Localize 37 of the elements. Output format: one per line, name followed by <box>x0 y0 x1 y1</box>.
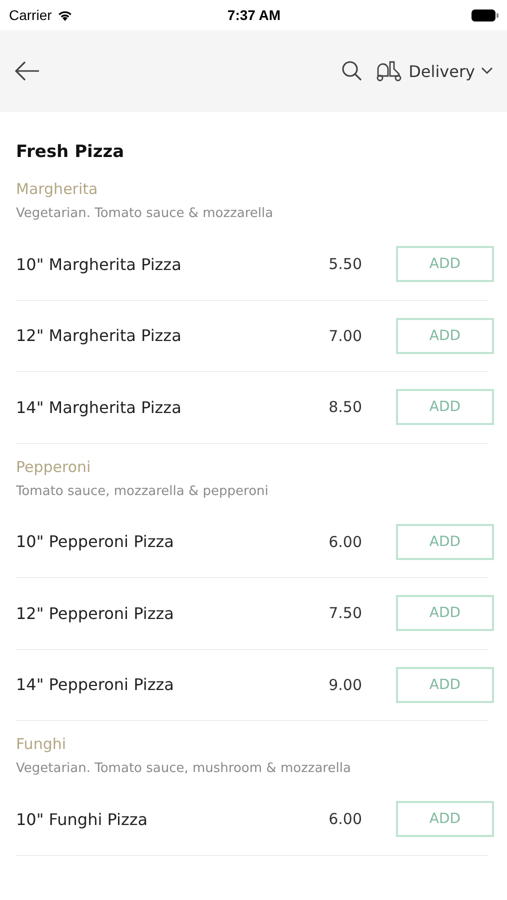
back-button[interactable] <box>14 61 40 81</box>
add-button[interactable]: ADD <box>396 524 494 560</box>
add-button[interactable]: ADD <box>396 801 494 838</box>
item-name: 14" Margherita Pizza <box>16 398 182 417</box>
add-button[interactable]: ADD <box>396 246 494 282</box>
add-button[interactable]: ADD <box>396 318 494 354</box>
section-title: Fresh Pizza <box>15 142 126 162</box>
group-name: Funghi <box>15 735 68 753</box>
group-description: Tomato sauce, mozzarella & pepperoni <box>15 482 270 498</box>
battery-icon <box>470 8 499 22</box>
item-price: 7.50 <box>328 604 362 622</box>
clock-time: 7:37 AM <box>227 7 281 23</box>
group-description: Vegetarian. Tomato sauce, mushroom & mozzarella <box>15 760 352 776</box>
item-name: 14" Pepperoni Pizza <box>16 675 175 694</box>
scooter-icon <box>374 60 403 82</box>
add-button[interactable]: ADD <box>396 666 494 703</box>
item-price: 6.00 <box>328 532 362 551</box>
search-button[interactable] <box>340 60 363 82</box>
group-description: Vegetarian. Tomato sauce & mozzarella <box>15 205 274 221</box>
delivery-mode-button[interactable]: Delivery <box>374 60 493 82</box>
item-name: 10" Pepperoni Pizza <box>16 532 175 552</box>
item-name: 12" Pepperoni Pizza <box>16 604 175 623</box>
item-price: 9.00 <box>328 676 362 694</box>
group-name: Pepperoni <box>15 458 92 476</box>
item-price: 6.00 <box>328 810 362 828</box>
add-button[interactable]: ADD <box>396 389 494 426</box>
item-name: 12" Margherita Pizza <box>16 326 182 346</box>
item-name: 10" Margherita Pizza <box>16 254 182 274</box>
wifi-icon <box>56 9 73 21</box>
chevron-down-icon <box>481 67 493 75</box>
item-price: 5.50 <box>328 255 362 274</box>
item-price: 7.00 <box>328 326 362 345</box>
group-name: Margherita <box>15 180 99 198</box>
item-price: 8.50 <box>328 398 362 416</box>
add-button[interactable]: ADD <box>396 595 494 632</box>
carrier-label: Carrier <box>9 7 52 23</box>
item-name: 10" Funghi Pizza <box>16 810 149 829</box>
